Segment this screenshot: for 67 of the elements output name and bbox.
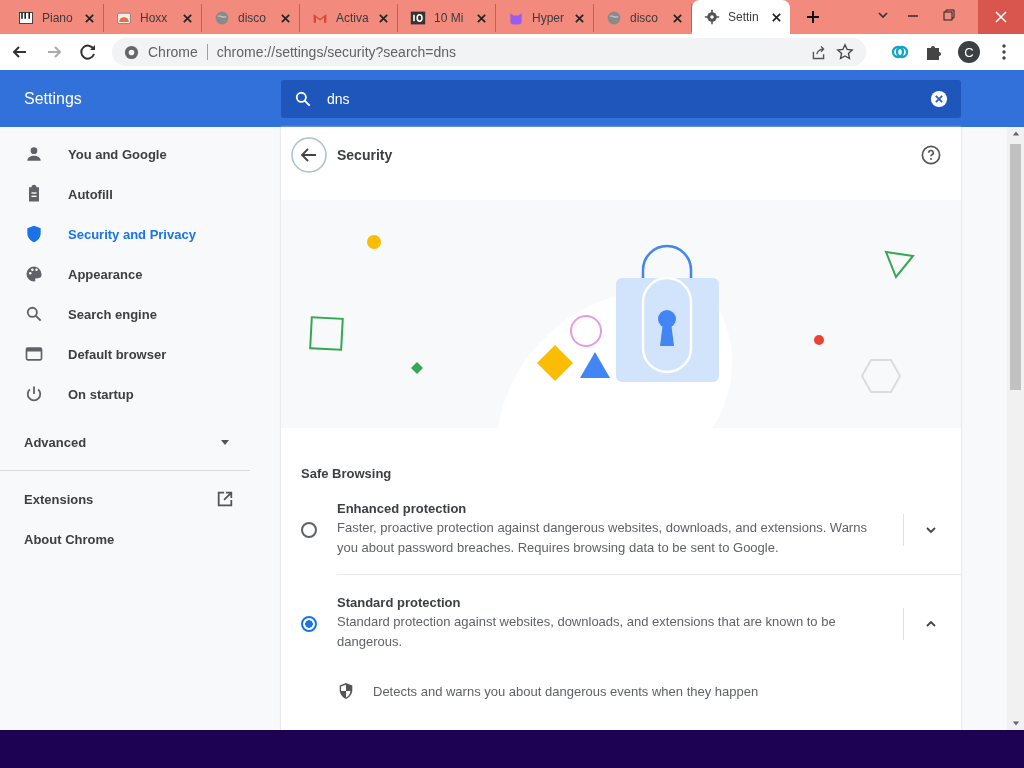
- caret-icon: [220, 437, 230, 447]
- tab-icon: [214, 10, 230, 26]
- close-icon[interactable]: [182, 12, 193, 24]
- option-description: Standard protection against websites, downloads, and extensions that are known to be dangerous.: [337, 613, 837, 651]
- sidebar-item[interactable]: Appearance: [0, 254, 250, 294]
- search-icon: [24, 304, 44, 324]
- close-icon[interactable]: [378, 12, 389, 24]
- star-icon[interactable]: [836, 43, 854, 61]
- browser-tab[interactable]: Settin: [692, 0, 790, 34]
- sidebar-item[interactable]: You and Google: [0, 134, 250, 174]
- radio-button[interactable]: [301, 521, 317, 538]
- browser-tab[interactable]: Activa: [300, 4, 398, 32]
- close-icon[interactable]: [84, 12, 95, 24]
- clear-icon[interactable]: [930, 89, 948, 108]
- option-title: Enhanced protection: [337, 501, 468, 516]
- tab-icon: [116, 10, 132, 26]
- sidebar-item[interactable]: Security and Privacy: [0, 214, 250, 254]
- restore-icon[interactable]: [942, 8, 956, 22]
- section-heading: Safe Browsing: [300, 465, 393, 481]
- search-field[interactable]: dns: [281, 79, 961, 118]
- close-icon[interactable]: [280, 12, 291, 24]
- shield-icon: [24, 224, 44, 244]
- browser-icon: [24, 344, 44, 364]
- sidebar-item[interactable]: Search engine: [0, 294, 250, 334]
- chrome-icon: [124, 44, 139, 60]
- section-title: Security: [337, 147, 393, 163]
- close-icon: [994, 10, 1008, 24]
- help-icon[interactable]: [921, 145, 941, 165]
- address-bar[interactable]: Chrome chrome://settings/security?search=dns: [112, 38, 866, 66]
- scroll-up-icon[interactable]: [1011, 130, 1020, 138]
- tab-icon: [18, 10, 34, 26]
- option-title: Standard protection: [337, 595, 462, 610]
- external-link-icon: [216, 490, 234, 508]
- scrollbar[interactable]: [1007, 127, 1024, 730]
- option-description: Faster, proactive protection against dangerous websites, downloads, and extensions. Warns you about password breaches. Requires browsing data to be sent to Google.: [337, 519, 868, 557]
- plus-icon[interactable]: [806, 10, 820, 24]
- browser-tab[interactable]: Hoxx: [104, 4, 202, 32]
- sidebar-item[interactable]: On startup: [0, 374, 250, 414]
- close-icon[interactable]: [574, 12, 585, 24]
- close-icon[interactable]: [672, 12, 683, 24]
- sidebar-link[interactable]: Extensions: [0, 479, 250, 519]
- tab-icon: [508, 10, 524, 26]
- back-button[interactable]: [291, 137, 327, 173]
- share-icon[interactable]: [810, 43, 827, 61]
- tab-icon: [410, 10, 426, 26]
- sidebar-item[interactable]: Default browser: [0, 334, 250, 374]
- detail-text: Detects and warns you about dangerous events when they happen: [373, 683, 759, 699]
- sidebar-item[interactable]: Autofill: [0, 174, 250, 214]
- close-icon[interactable]: [476, 12, 487, 24]
- profile-avatar[interactable]: C: [958, 41, 980, 63]
- advanced-toggle[interactable]: Advanced: [0, 414, 250, 462]
- browser-tab[interactable]: Hyper: [496, 4, 594, 32]
- radio-button[interactable]: [301, 615, 317, 632]
- tab-icon: [704, 9, 720, 25]
- sidebar-link[interactable]: About Chrome: [0, 519, 250, 559]
- browser-tab[interactable]: 10 Mi: [398, 4, 496, 32]
- scroll-down-icon[interactable]: [1011, 719, 1020, 727]
- browser-tab[interactable]: disco: [202, 4, 300, 32]
- page-title: Settings: [23, 89, 83, 108]
- palette-icon: [24, 264, 44, 284]
- tab-icon: [606, 10, 622, 26]
- shield-icon: [337, 682, 355, 700]
- browser-tab[interactable]: Piano: [6, 4, 104, 32]
- close-icon[interactable]: [771, 11, 782, 23]
- person-icon: [24, 144, 44, 164]
- reload-icon[interactable]: [78, 42, 98, 62]
- power-icon: [24, 384, 44, 404]
